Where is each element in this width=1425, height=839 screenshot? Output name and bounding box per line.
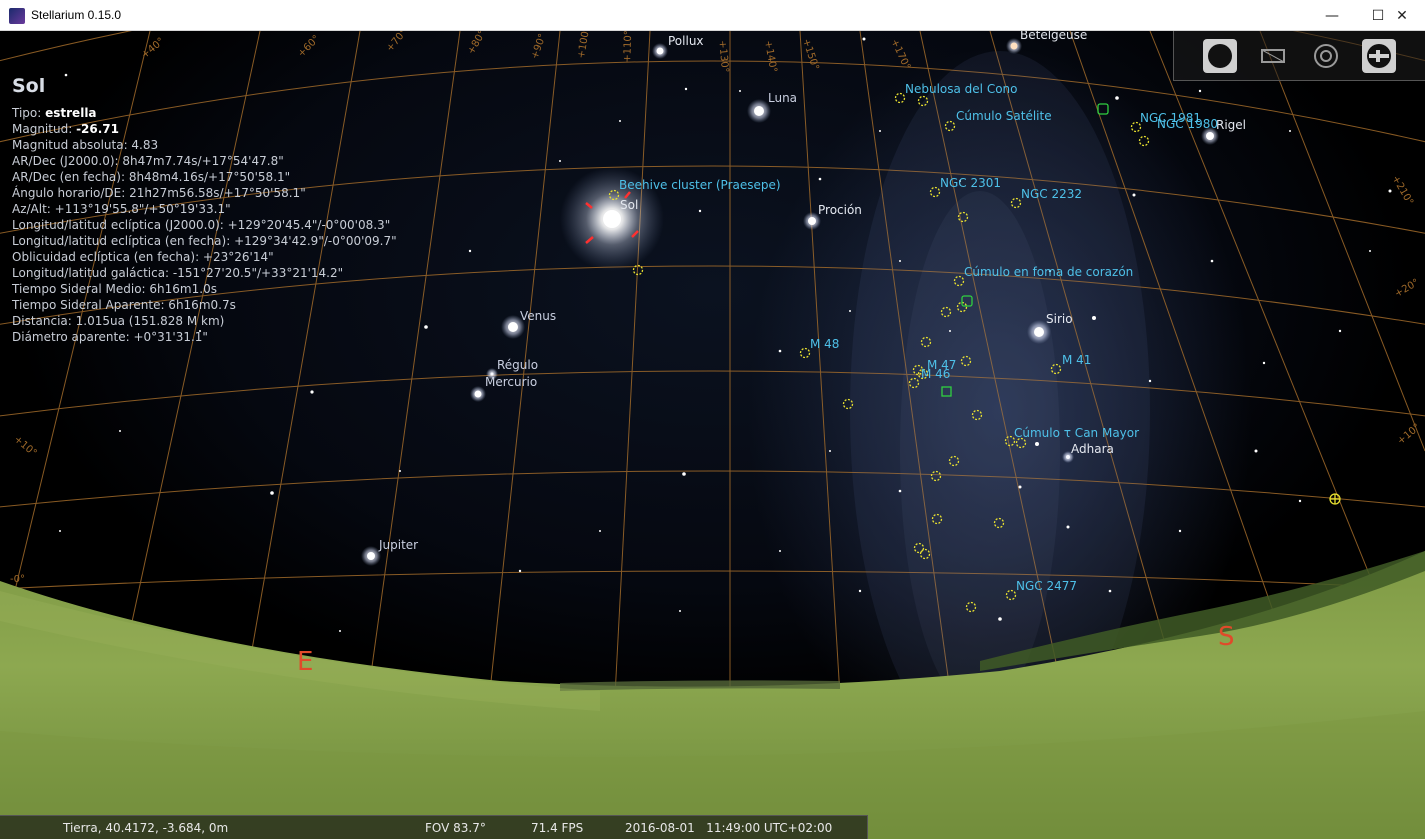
star-label-adhara[interactable]: Adhara — [1071, 442, 1114, 456]
landscape-frame-icon[interactable] — [1256, 39, 1290, 73]
info-line: Oblicuidad eclíptica (en fecha): +23°26'… — [12, 250, 274, 264]
info-type-value: estrella — [45, 106, 97, 120]
planet-icon[interactable] — [1203, 39, 1237, 73]
object-name: Sol — [12, 75, 46, 97]
info-type-label: Tipo: — [12, 106, 46, 120]
dso-label[interactable]: NGC 2301 — [940, 176, 1001, 190]
info-line: Diámetro aparente: +0°31'31.1" — [12, 330, 208, 344]
cardinal-east: E — [297, 647, 314, 677]
info-line: Tiempo Sideral Medio: 6h16m1.0s — [12, 282, 217, 296]
dso-label[interactable]: Cúmulo Satélite — [956, 109, 1052, 123]
dso-label[interactable]: NGC 2232 — [1021, 187, 1082, 201]
settings-slider-icon[interactable] — [1362, 39, 1396, 73]
planetary-nebula-marker — [1329, 493, 1341, 505]
info-type-line: Tipo: estrella — [12, 105, 397, 121]
info-magnitude-value: -26.71 — [76, 122, 119, 136]
cardinal-south: S — [1218, 622, 1235, 652]
planet-label-venus[interactable]: Venus — [520, 309, 556, 323]
star-label-betelgeuse[interactable]: Betelgeuse — [1020, 31, 1087, 42]
object-info-panel: Sol Tipo: estrella Magnitud: -26.71 Magn… — [12, 75, 397, 345]
datetime-readout[interactable]: 2016-08-01 11:49:00 UTC+02:00 — [625, 821, 832, 835]
dso-label[interactable]: Beehive cluster (Praesepe) — [619, 178, 781, 192]
status-bar: Tierra, 40.4172, -3.684, 0m FOV 83.7° 71… — [0, 815, 868, 839]
planet-label-mercurio[interactable]: Mercurio — [485, 375, 537, 389]
dso-label[interactable]: M 48 — [810, 337, 839, 351]
planet-label-jupiter[interactable]: Jupiter — [379, 538, 418, 552]
star-label-regulus[interactable]: Régulo — [497, 358, 538, 372]
info-line: Ángulo horario/DE: 21h27m56.58s/+17°50'5… — [12, 186, 306, 200]
dso-label[interactable]: M 41 — [1062, 353, 1091, 367]
close-button[interactable]: ✕ — [1379, 0, 1425, 31]
dso-label[interactable]: Cúmulo en foma de corazón — [964, 265, 1133, 279]
top-right-toolbar — [1173, 31, 1425, 81]
info-line: Longitud/latitud galáctica: -151°27'20.5… — [12, 266, 344, 280]
window-titlebar: Stellarium 0.15.0 — ☐ ✕ — [0, 0, 1425, 31]
info-line: AR/Dec (en fecha): 8h48m4.16s/+17°50'58.… — [12, 170, 291, 184]
info-line: Longitud/latitud eclíptica (J2000.0): +1… — [12, 218, 391, 232]
sun-disk — [603, 210, 621, 228]
dso-label[interactable]: NGC 1980 — [1157, 117, 1218, 131]
info-magnitude-label: Magnitud: — [12, 122, 77, 136]
grid-label: -0° — [10, 574, 25, 585]
sky-view[interactable]: +40° +60° +70° +80° +90° +100° +110° +13… — [0, 31, 1425, 839]
star-label-procyon[interactable]: Proción — [818, 203, 862, 217]
info-line: Az/Alt: +113°19'55.8"/+50°19'33.1" — [12, 202, 231, 216]
grid-label: +110° — [622, 31, 635, 63]
info-line: Magnitud absoluta: 4.83 — [12, 138, 159, 152]
info-line: Longitud/latitud eclíptica (en fecha): +… — [12, 234, 397, 248]
star-label-sirius[interactable]: Sirio — [1046, 312, 1073, 326]
dso-label[interactable]: NGC 2477 — [1016, 579, 1077, 593]
dso-label[interactable]: Cúmulo τ Can Mayor — [1014, 426, 1139, 440]
fps-readout: 71.4 FPS — [531, 821, 584, 835]
target-icon[interactable] — [1309, 39, 1343, 73]
fov-readout: FOV 83.7° — [425, 821, 486, 835]
window-title: Stellarium 0.15.0 — [31, 8, 122, 22]
stellarium-app-icon — [9, 8, 25, 24]
dso-label[interactable]: Nebulosa del Cono — [905, 82, 1018, 96]
info-magnitude-line: Magnitud: -26.71 — [12, 121, 397, 137]
dso-label[interactable]: M 46 — [921, 367, 950, 381]
info-line: Tiempo Sideral Aparente: 6h16m0.7s — [12, 298, 236, 312]
star-label-rigel[interactable]: Rigel — [1216, 118, 1246, 132]
info-line: AR/Dec (J2000.0): 8h47m7.74s/+17°54'47.8… — [12, 154, 284, 168]
planet-label-sol[interactable]: Sol — [620, 198, 638, 212]
star-label-pollux[interactable]: Pollux — [668, 34, 704, 48]
info-line: Distancia: 1.015ua (151.828 M km) — [12, 314, 225, 328]
planet-label-luna[interactable]: Luna — [768, 91, 797, 105]
minimize-button[interactable]: — — [1309, 0, 1355, 31]
location-readout[interactable]: Tierra, 40.4172, -3.684, 0m — [63, 821, 228, 835]
